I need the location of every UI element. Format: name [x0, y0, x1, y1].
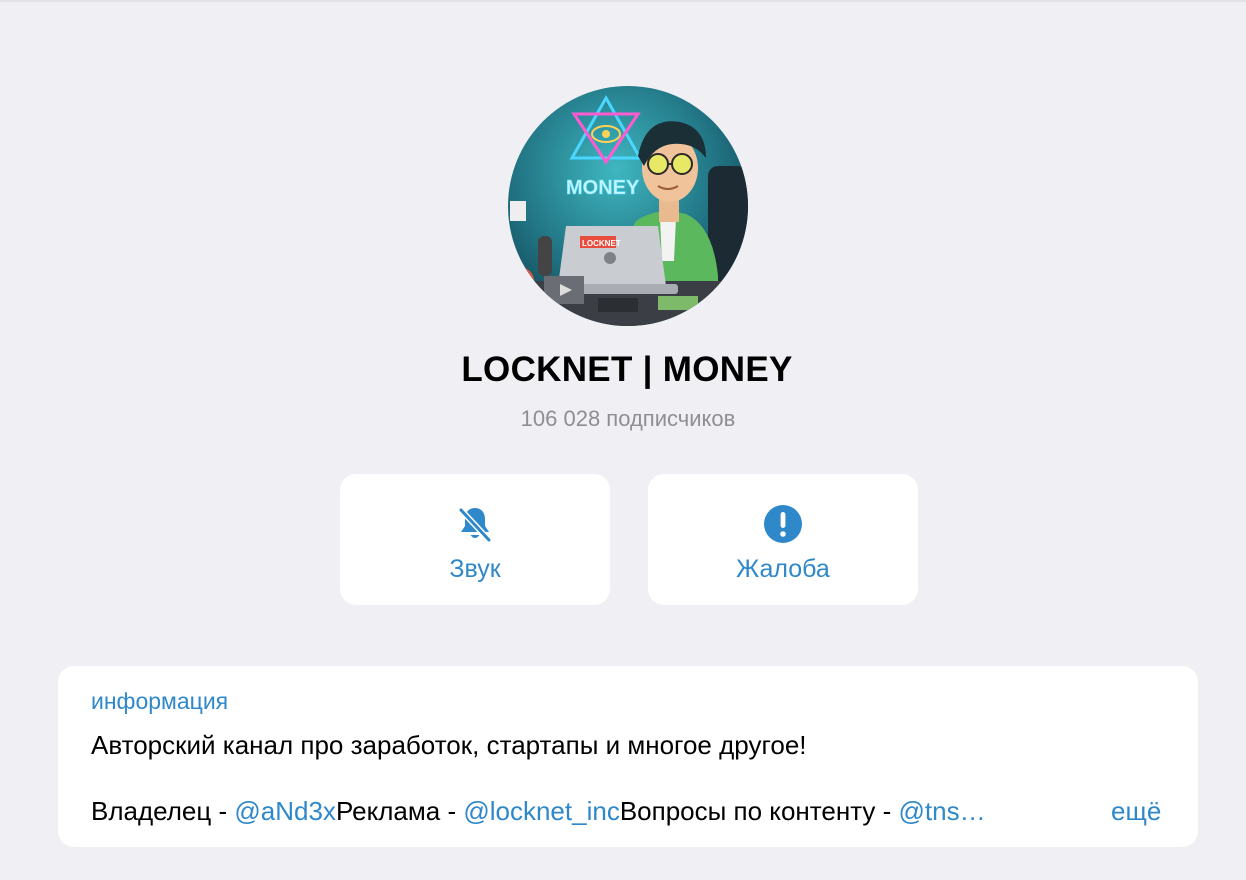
- report-button[interactable]: Жалоба: [648, 474, 918, 605]
- owner-link[interactable]: @aNd3x: [234, 796, 336, 826]
- owner-label: Владелец -: [91, 796, 235, 826]
- top-divider: [0, 0, 1246, 2]
- channel-title: LOCKNET | MONEY: [461, 350, 793, 389]
- subscriber-count: 106 028 подписчиков: [520, 406, 736, 431]
- ads-link[interactable]: @locknet_inc: [463, 796, 619, 826]
- ads-label: Реклама -: [335, 796, 464, 826]
- info-header: информация: [91, 688, 229, 714]
- channel-avatar[interactable]: MONEY LOCKNET: [508, 86, 748, 326]
- info-card: информация Авторский канал про заработок…: [58, 666, 1198, 847]
- report-button-label: Жалоба: [736, 555, 830, 583]
- exclamation-circle-icon: [763, 504, 803, 544]
- show-more-link[interactable]: ещё: [1111, 796, 1161, 827]
- sound-button-label: Звук: [449, 555, 501, 583]
- avatar-illustration: MONEY LOCKNET: [508, 86, 748, 326]
- svg-text:LOCKNET: LOCKNET: [582, 239, 621, 248]
- channel-description: Авторский канал про заработок, стартапы …: [91, 730, 807, 760]
- sound-button[interactable]: Звук: [340, 474, 610, 605]
- content-link[interactable]: @tns…: [899, 796, 986, 826]
- content-label: Вопросы по контенту -: [619, 796, 899, 826]
- channel-contacts: Владелец - @aNd3xРеклама - @locknet_incВ…: [91, 796, 986, 827]
- svg-text:MONEY: MONEY: [566, 177, 640, 199]
- bell-slash-icon: [455, 504, 495, 544]
